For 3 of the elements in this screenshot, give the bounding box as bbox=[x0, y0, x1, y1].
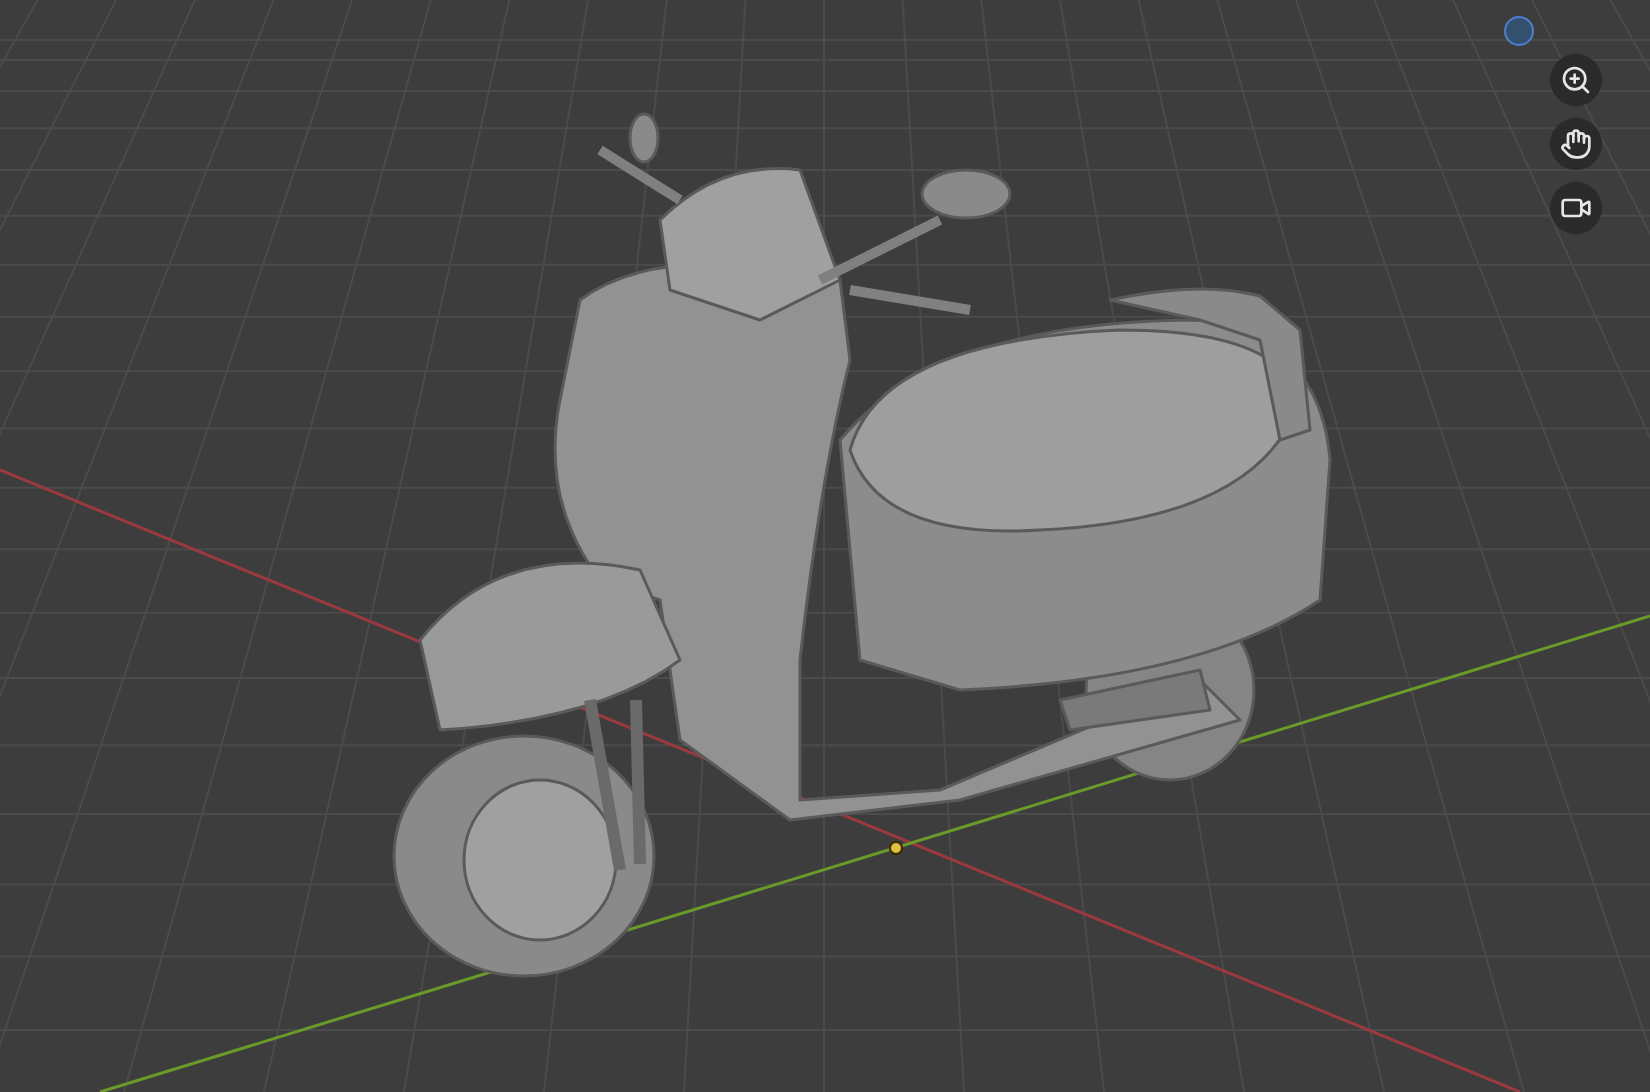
origin-point bbox=[889, 841, 903, 855]
zoom-icon bbox=[1560, 64, 1592, 96]
hand-icon bbox=[1560, 128, 1592, 160]
